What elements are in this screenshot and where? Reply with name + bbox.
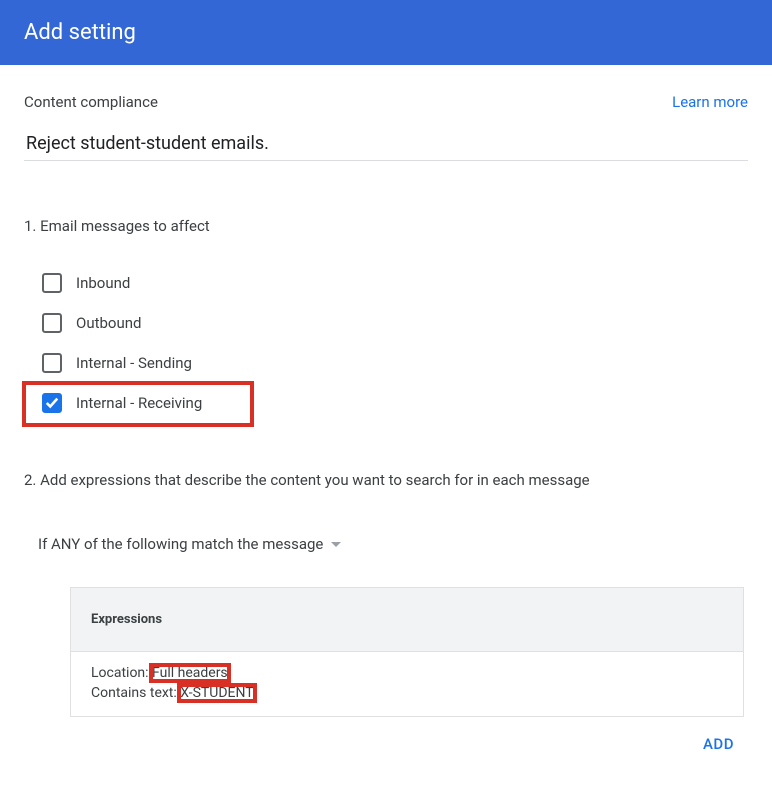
match-mode-dropdown[interactable]: If ANY of the following match the messag…	[38, 535, 748, 553]
location-label: Location:	[91, 665, 152, 681]
checkbox-label: Outbound	[76, 314, 142, 332]
dialog-body: Content compliance Learn more 1. Email m…	[0, 65, 772, 753]
question-2-title: 2. Add expressions that describe the con…	[24, 471, 748, 489]
checkbox-icon	[42, 273, 62, 293]
expression-row[interactable]: Location: Full headers Contains text: X-…	[70, 652, 744, 717]
checkbox-list: Inbound Outbound Internal - Sending Inte…	[38, 263, 748, 423]
expressions-header: Expressions	[70, 587, 744, 652]
checkbox-label: Inbound	[76, 274, 130, 292]
expressions-table: Expressions Location: Full headers Conta…	[70, 587, 744, 753]
section-label: Content compliance	[24, 93, 158, 111]
contains-text-value: X-STUDENT	[180, 685, 253, 701]
contains-text-label: Contains text:	[91, 685, 180, 701]
checkbox-label: Internal - Sending	[76, 354, 192, 372]
top-row: Content compliance Learn more	[24, 93, 748, 111]
checkbox-row-outbound[interactable]: Outbound	[38, 303, 748, 343]
checkbox-icon	[42, 393, 62, 413]
question-1-title: 1. Email messages to affect	[24, 217, 748, 235]
learn-more-link[interactable]: Learn more	[672, 93, 748, 111]
expression-location-line: Location: Full headers	[91, 664, 723, 682]
checkbox-row-inbound[interactable]: Inbound	[38, 263, 748, 303]
description-input[interactable]	[24, 129, 748, 161]
checkbox-icon	[42, 313, 62, 333]
checkbox-icon	[42, 353, 62, 373]
match-mode-label: If ANY of the following match the messag…	[38, 535, 323, 553]
expression-text-line: Contains text: X-STUDENT	[91, 684, 723, 702]
dialog-header: Add setting	[0, 0, 772, 65]
dialog-title: Add setting	[24, 20, 136, 45]
checkbox-row-internal-sending[interactable]: Internal - Sending	[38, 343, 748, 383]
location-value: Full headers	[152, 665, 228, 681]
checkbox-label: Internal - Receiving	[76, 394, 202, 412]
checkbox-row-internal-receiving[interactable]: Internal - Receiving	[38, 383, 748, 423]
add-expression-button[interactable]: ADD	[70, 717, 744, 753]
chevron-down-icon	[331, 542, 341, 547]
